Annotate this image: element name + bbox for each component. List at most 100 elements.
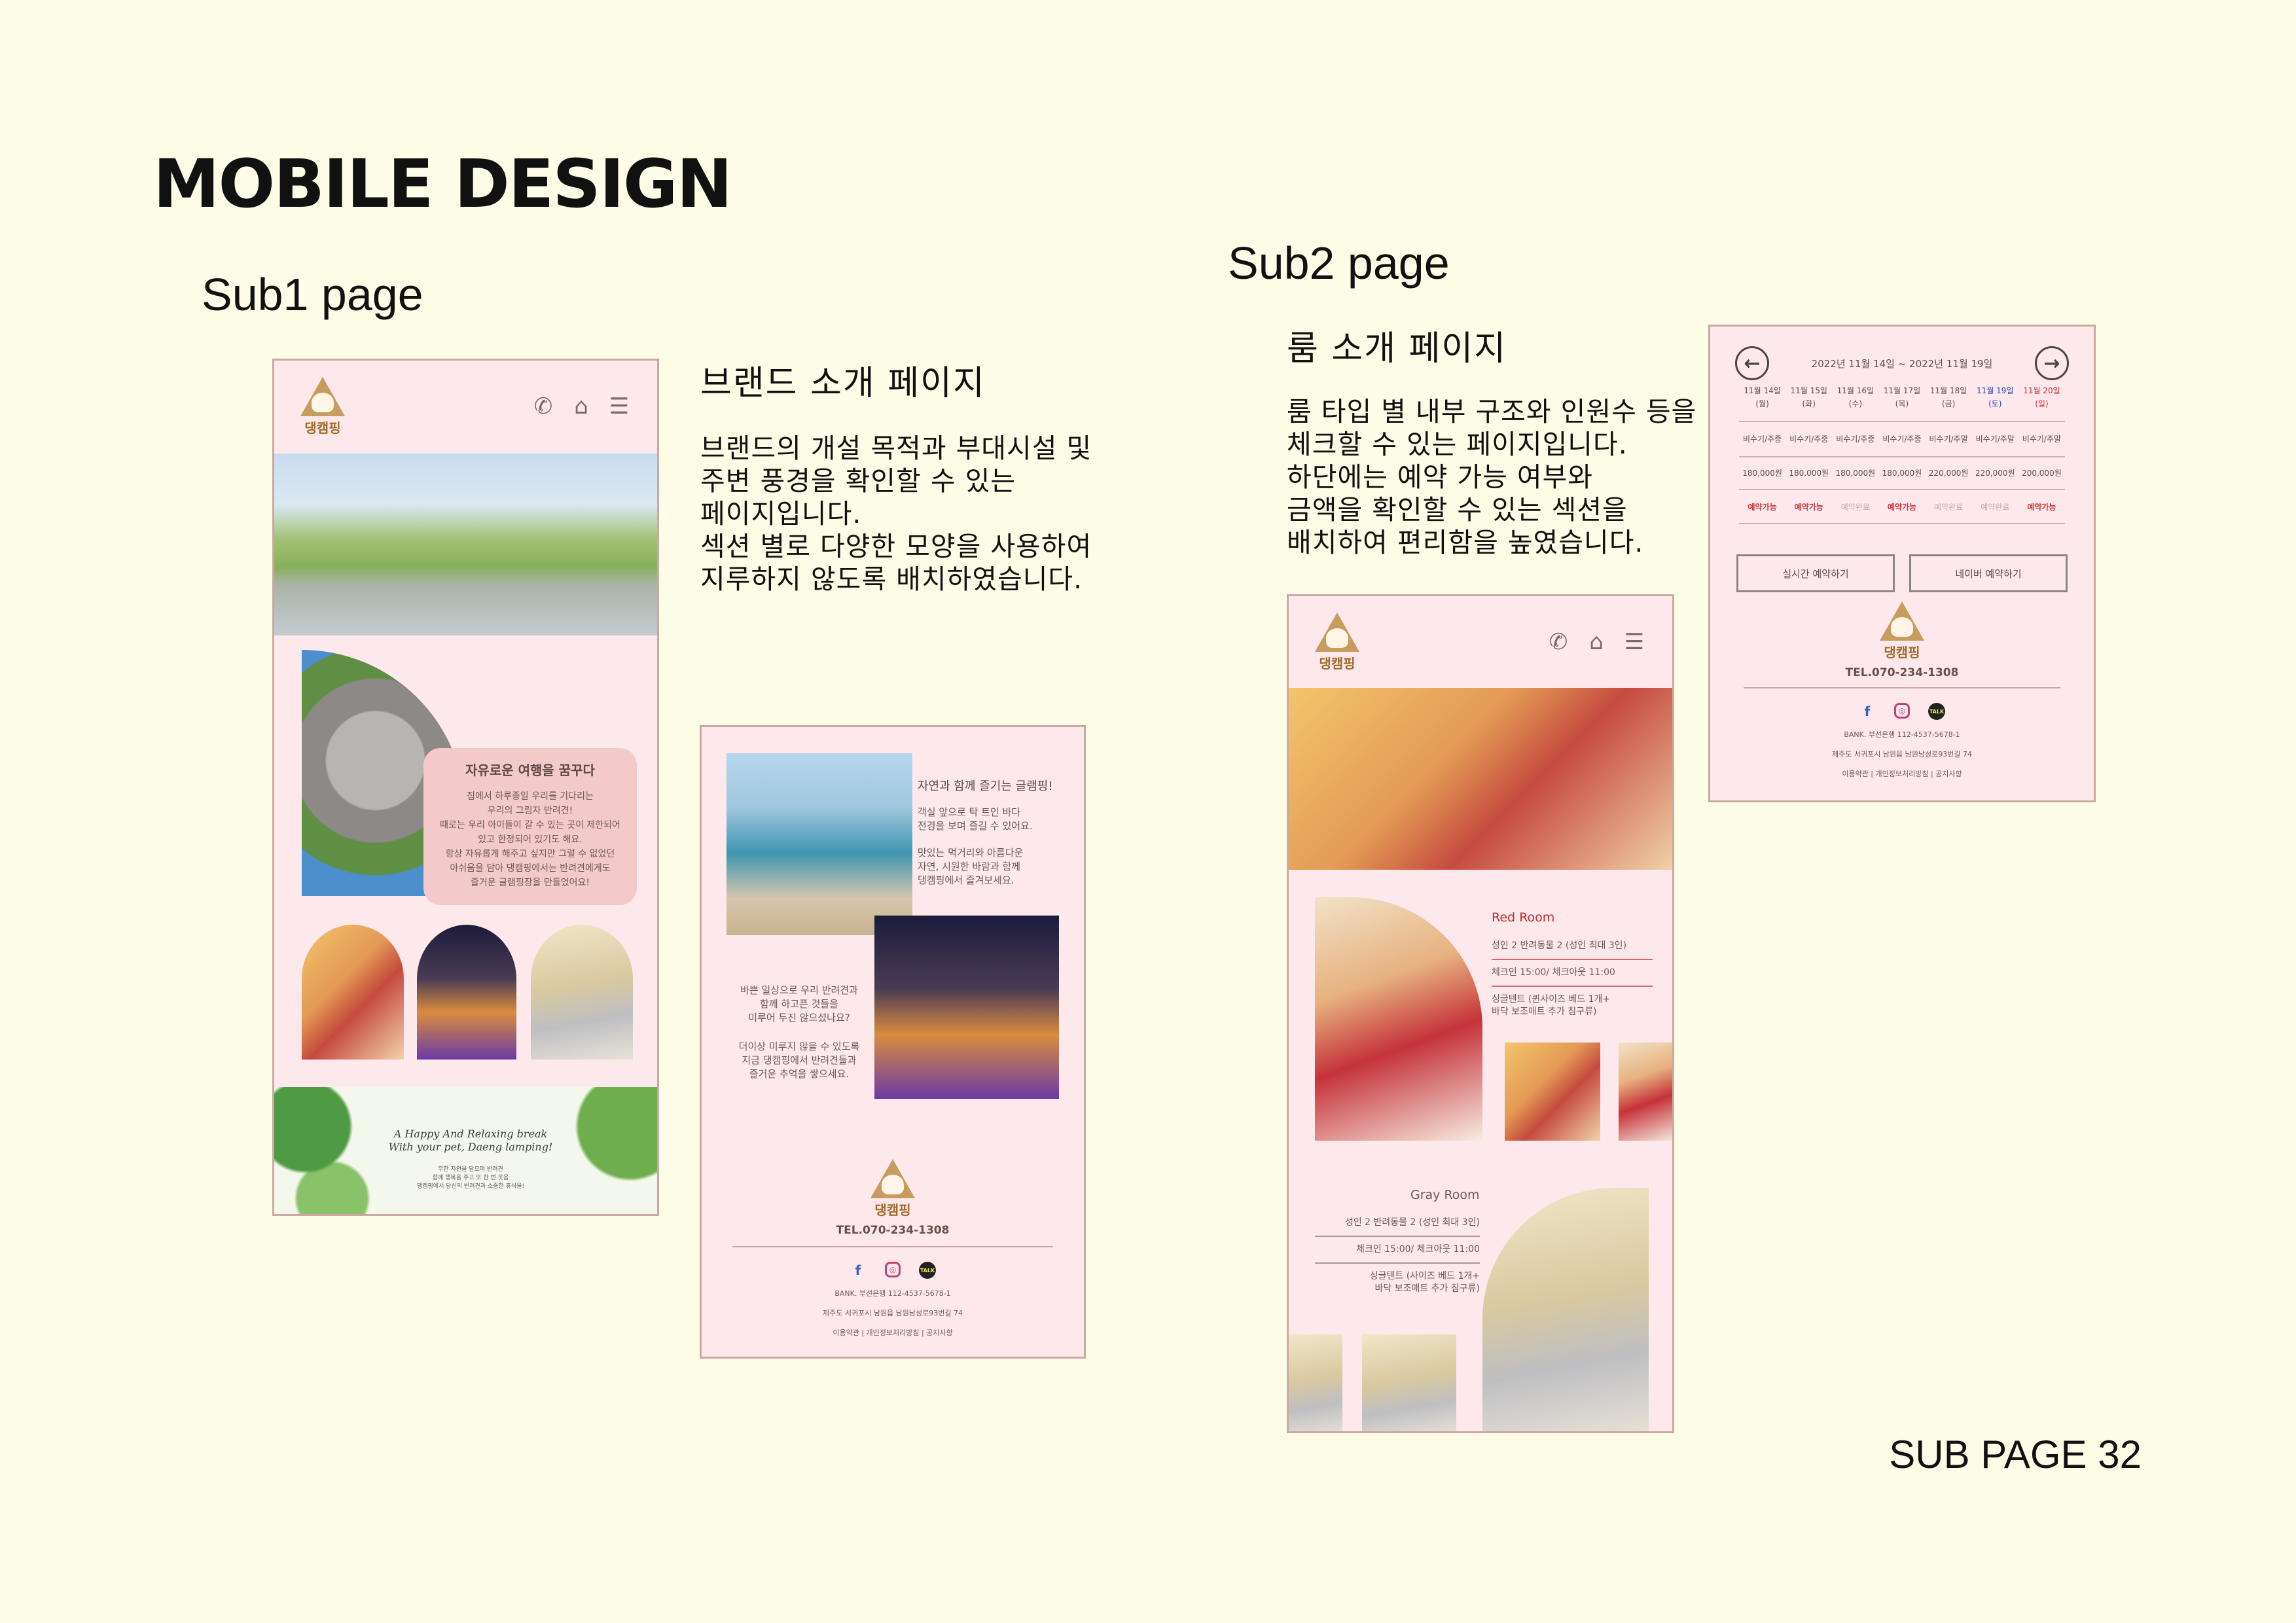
calendar-day-cell: 11월 15일 (화) [1790, 386, 1827, 408]
footer: 댕캠핑 TEL.070-234-1308 f ◎ TALK BANK. 부선은행… [702, 1159, 1084, 1338]
night-pool-photo [874, 916, 1059, 1099]
red-room-title: Red Room [1492, 910, 1555, 925]
calendar-status-cell[interactable]: 예약완료 [1972, 501, 2018, 514]
logo-tent-mark [1880, 601, 1924, 641]
next-week-button[interactable]: → [2035, 346, 2069, 380]
logo-tent-mark [870, 1159, 915, 1198]
page-footer-label: SUB PAGE 32 [1889, 1433, 2142, 1476]
calendar-price-cell: 180,000원 [1789, 469, 1829, 478]
red-room-thumb-2 [1619, 1043, 1672, 1141]
calendar-day-cell: 11월 18일 (금) [1929, 386, 1967, 408]
sea-photo [726, 753, 912, 935]
logo[interactable]: 댕캠핑 [300, 376, 345, 437]
calendar-price-cell: 200,000원 [2022, 469, 2062, 478]
calendar-season-cell: 비수기/주중 [1742, 435, 1782, 444]
tagline-small: 무한 자연을 담으며 반려견 함께 행복을 주고 또 한 번 웃음 댕캠핑에서 … [416, 1166, 525, 1190]
sub2-heading: Sub2 page [1228, 238, 1450, 289]
dog-arch-photo [531, 925, 633, 1060]
red-room-thumb-1 [1505, 1043, 1600, 1141]
prev-week-button[interactable]: ← [1735, 346, 1769, 380]
instagram-icon[interactable]: ◎ [885, 1262, 901, 1277]
realtime-booking-button[interactable]: 실시간 예약하기 [1736, 554, 1895, 592]
section-text-2: 맛있는 먹거리와 아름다운 자연, 시원한 바람과 함께 댕캠핑에서 즐겨보세요… [918, 847, 1024, 886]
campfire-arch-photo [417, 925, 516, 1060]
menu-icon[interactable]: ☰ [607, 393, 631, 419]
phone-icon[interactable]: ✆ [1547, 629, 1570, 655]
intro-card-title: 자유로운 여행을 꿈꾸다 [465, 762, 595, 778]
room-arch-photo [302, 925, 404, 1060]
logo-text: 댕캠핑 [874, 1202, 911, 1218]
intro-card-body: 집에서 하루종일 우리를 기다리는 우리의 그림자 반려견! 때로는 우리 아이… [440, 791, 620, 888]
calendar-season-cell: 비수기/주중 [1836, 435, 1875, 444]
gray-room-bed: 싱글텐트 (사이즈 베드 1개+ 바닥 보조매트 추가 침구류) [1369, 1271, 1480, 1294]
calendar-price-cell: 220,000원 [1975, 469, 2015, 478]
calendar-season-cell: 비수기/주말 [1929, 435, 1968, 444]
intro-card: 자유로운 여행을 꿈꾸다 집에서 하루종일 우리를 기다리는 우리의 그림자 반… [423, 748, 637, 905]
sub2-mockup-booking: ← 2022년 11월 14일 ~ 2022년 11월 19일 → 11월 14… [1708, 325, 2096, 802]
logo-text: 댕캠핑 [304, 419, 341, 436]
calendar-season-cell: 비수기/주말 [2022, 435, 2062, 444]
calendar-price-cell: 180,000원 [1882, 469, 1922, 478]
calendar-status-cell[interactable]: 예약완료 [1926, 501, 1972, 514]
calendar-days-row: 11월 14일 (월) 11월 15일 (화) 11월 16일 (수) 11월 17일… [1739, 384, 2065, 410]
footer-bank: BANK. 부선은행 112-4537-5678-1 [834, 1289, 951, 1298]
mobile-header: 댕캠핑 ✆ ⌂ ☰ [274, 361, 657, 452]
logo-text: 댕캠핑 [1884, 645, 1920, 660]
gray-room-capacity: 성인 2 반려동물 2 (성인 최대 3인) [1315, 1210, 1480, 1237]
calendar-divider [1739, 489, 2065, 490]
kakaotalk-icon[interactable]: TALK [919, 1262, 936, 1279]
kakaotalk-icon[interactable]: TALK [1928, 703, 1945, 720]
gray-room-info: 성인 2 반려동물 2 (성인 최대 3인) 체크인 15:00/ 체크아웃 1… [1315, 1210, 1480, 1302]
facebook-icon[interactable]: f [1859, 703, 1876, 720]
mobile-header: 댕캠핑 ✆ ⌂ ☰ [1289, 596, 1672, 688]
footer-tel: TEL.070-234-1308 [1845, 666, 1959, 679]
red-room-bed: 싱글텐트 (퀸사이즈 베드 1개+ 바닥 보조매트 추가 침구류) [1492, 994, 1611, 1017]
tent-icon[interactable]: ⌂ [1585, 629, 1608, 655]
footer-logo: 댕캠핑 [1880, 601, 1924, 661]
calendar-season-row: 비수기/주중 비수기/주중 비수기/주중 비수기/주중 비수기/주말 비수기/주말 비수기/… [1739, 433, 2065, 446]
footer-links[interactable]: 이용약관 | 개인정보처리방침 | 공지사항 [1842, 768, 1962, 779]
calendar-status-cell[interactable]: 예약완료 [1832, 501, 1878, 514]
calendar-range: 2022년 11월 14일 ~ 2022년 11월 19일 [1811, 358, 1993, 370]
instagram-icon[interactable]: ◎ [1894, 703, 1910, 719]
menu-icon[interactable]: ☰ [1623, 629, 1646, 655]
red-room-capacity: 성인 2 반려동물 2 (성인 최대 3인) [1492, 933, 1653, 960]
naver-booking-button[interactable]: 네이버 예약하기 [1909, 554, 2068, 592]
calendar-day-cell: 11월 14일 (월) [1744, 386, 1781, 408]
sub2-desc-body: 룸 타입 별 내부 구조와 인원수 등을 체크할 수 있는 페이지입니다. 하단… [1287, 396, 1697, 558]
gray-room-photo [1482, 1188, 1649, 1431]
gray-room-thumb-1 [1289, 1334, 1342, 1431]
sub1-desc-body: 브랜드의 개설 목적과 부대시설 및 주변 풍경을 확인할 수 있는 페이지입니… [700, 433, 1092, 595]
sub2-desc-title: 룸 소개 페이지 [1287, 329, 1507, 368]
calendar-status-cell[interactable]: 예약가능 [1739, 501, 1785, 514]
tent-icon[interactable]: ⌂ [569, 393, 593, 419]
calendar-divider [1739, 523, 2065, 524]
footer-links[interactable]: 이용약관 | 개인정보처리방침 | 공지사항 [833, 1327, 952, 1338]
gray-room-checkin: 체크인 15:00/ 체크아웃 11:00 [1315, 1237, 1480, 1264]
tagline: A Happy And Relaxing break With your pet… [388, 1128, 553, 1153]
calendar-day-cell: 11월 16일 (수) [1837, 386, 1874, 408]
calendar-price-row: 180,000원 180,000원 180,000원 180,000원 220,000원… [1739, 467, 2065, 480]
sub1-desc-title: 브랜드 소개 페이지 [700, 364, 986, 403]
phone-icon[interactable]: ✆ [531, 393, 555, 419]
sub1-mockup-top: 댕캠핑 ✆ ⌂ ☰ 자유로운 여행을 꿈꾸다 집에서 하루종일 우리를 기다리는… [272, 359, 659, 1216]
sub1-heading: Sub1 page [202, 269, 423, 320]
calendar-divider [1739, 421, 2065, 422]
red-room-checkin: 체크인 15:00/ 체크아웃 11:00 [1492, 960, 1653, 987]
calendar-status-cell[interactable]: 예약가능 [2018, 501, 2065, 514]
page-title: MOBILE DESIGN [153, 145, 732, 223]
facebook-icon[interactable]: f [850, 1262, 867, 1279]
calendar-day-cell: 11월 19일 (토) [1977, 386, 2014, 408]
calendar-price-cell: 220,000원 [1928, 469, 1969, 478]
calendar-divider [1739, 456, 2065, 457]
calendar-status-cell[interactable]: 예약가능 [1785, 501, 1832, 514]
logo[interactable]: 댕캠핑 [1315, 612, 1359, 672]
gray-room-thumb-2 [1362, 1334, 1456, 1431]
calendar-status-cell[interactable]: 예약가능 [1878, 501, 1925, 514]
footer-divider [732, 1246, 1053, 1247]
calendar-status-row: 예약가능 예약가능 예약완료 예약가능 예약완료 예약완료 예약가능 [1739, 501, 2065, 514]
calendar-season-cell: 비수기/주중 [1882, 435, 1922, 444]
footer-address: 제주도 서귀포시 남원읍 남원남성로93번길 74 [1831, 750, 1973, 758]
section-text-3: 바쁜 일상으로 우리 반려견과 함께 하고픈 것들을 미루어 두진 않으셨나요? [740, 984, 858, 1024]
calendar-price-cell: 180,000원 [1835, 469, 1876, 478]
